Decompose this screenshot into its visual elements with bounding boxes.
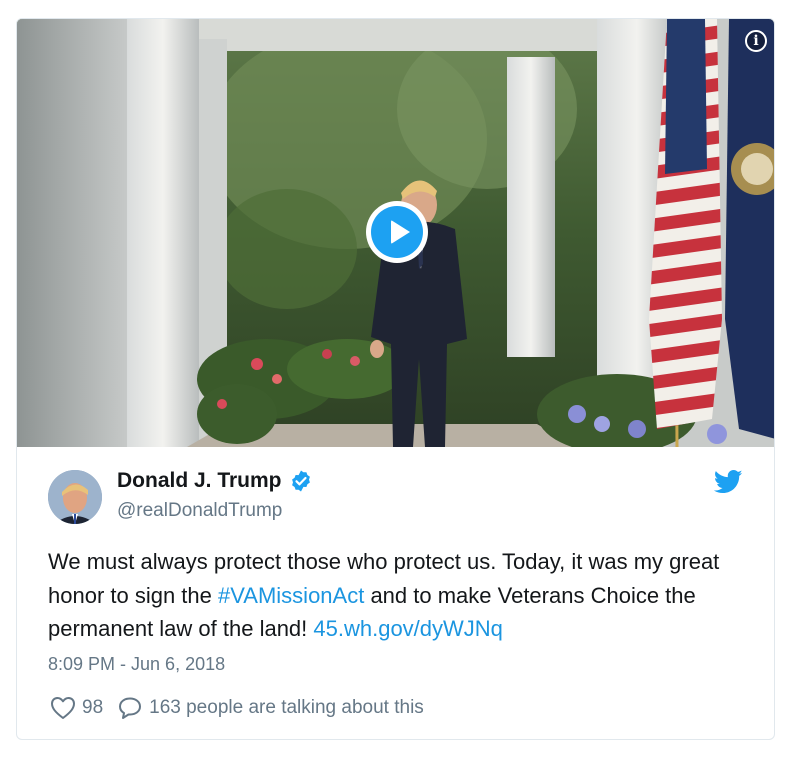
author-avatar[interactable] (48, 470, 102, 524)
video-thumbnail[interactable]: i (17, 19, 774, 447)
author-name-text[interactable]: Donald J. Trump (117, 469, 282, 493)
play-icon (391, 220, 410, 244)
play-button[interactable] (366, 201, 428, 263)
tweet-actions: 98 163 people are talking about this (50, 696, 424, 720)
speech-bubble-icon (119, 697, 142, 719)
tweet-text: We must always protect those who protect… (48, 545, 748, 646)
heart-icon (51, 697, 75, 719)
tweet-timestamp[interactable]: 8:09 PM - Jun 6, 2018 (48, 654, 225, 675)
hashtag-link[interactable]: #VAMissionAct (218, 583, 364, 608)
twitter-bird-icon[interactable] (714, 470, 743, 494)
conversation-text: 163 people are talking about this (149, 697, 424, 718)
info-icon[interactable]: i (745, 30, 767, 52)
conversation-link[interactable]: 163 people are talking about this (117, 696, 424, 720)
url-link[interactable]: 45.wh.gov/dyWJNq (313, 616, 503, 641)
verified-badge-icon (291, 470, 310, 492)
avatar-image (48, 470, 102, 524)
like-button[interactable]: 98 (50, 696, 103, 720)
like-count: 98 (82, 697, 104, 718)
author-name[interactable]: Donald J. Trump (117, 469, 313, 493)
author-handle[interactable]: @realDonaldTrump (117, 500, 282, 522)
embedded-tweet-card: i Donald J. Trump @realDonaldTrump We mu… (16, 18, 775, 740)
